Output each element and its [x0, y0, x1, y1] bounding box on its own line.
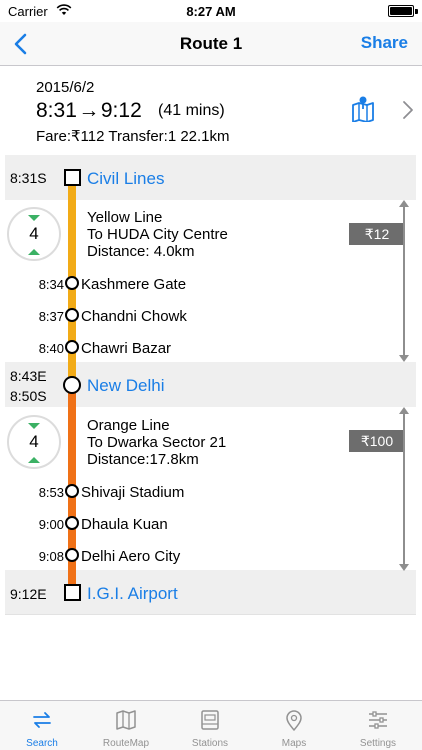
tab-search[interactable]: Search [0, 701, 84, 750]
span-arrow-bottom-icon [399, 564, 409, 571]
line-name: Yellow Line [87, 209, 163, 226]
stop-time: 8:37 [38, 309, 64, 324]
stop-time: 8:40 [38, 341, 64, 356]
route-fare-transfer-distance: Fare:₹112 Transfer:1 22.1km [36, 128, 230, 145]
stop-name[interactable]: Kashmere Gate [81, 276, 186, 293]
stop-marker [65, 484, 79, 498]
arrive-time: 9:12 [100, 99, 142, 122]
tab-label: Maps [281, 738, 307, 749]
stop-marker [65, 276, 79, 290]
route-duration: (41 mins) [158, 102, 225, 119]
tab-label: Settings [359, 738, 397, 749]
station-time-destination: 9:12E [10, 586, 47, 602]
line-distance: Distance:17.8km [87, 451, 199, 468]
tab-maps[interactable]: Maps [252, 701, 336, 750]
tab-bar: Search RouteMap Stations Maps Settings [0, 700, 422, 750]
location-pin-icon [286, 710, 302, 731]
stop-time: 9:08 [38, 549, 64, 564]
swap-arrows-icon [33, 712, 51, 728]
page-title: Route 1 [179, 34, 243, 53]
line-distance: Distance: 4.0km [87, 243, 195, 260]
stop-count-toggle-leg2[interactable]: 4 [7, 415, 61, 469]
route-date: 2015/6/2 [36, 79, 95, 96]
stop-count-toggle-leg1[interactable]: 4 [7, 207, 61, 261]
status-bar: Carrier 8:27 AM [0, 0, 422, 22]
stop-name[interactable]: Delhi Aero City [81, 548, 180, 565]
stop-time: 8:53 [38, 485, 64, 500]
arrow-icon: → [78, 99, 100, 122]
route-times: 8:31→9:12 [36, 99, 142, 123]
divider [5, 614, 416, 615]
station-marker-transfer [63, 376, 81, 394]
station-depart-time-transfer: 8:50S [10, 388, 47, 404]
stop-marker [65, 308, 79, 322]
tab-stations[interactable]: Stations [168, 701, 252, 750]
tab-label: Search [26, 738, 58, 749]
station-name-destination[interactable]: I.G.I. Airport [87, 584, 178, 604]
station-arrive-time-transfer: 8:43E [10, 368, 47, 384]
line-name: Orange Line [87, 417, 170, 434]
depart-time: 8:31 [36, 99, 77, 122]
stop-time: 9:00 [38, 517, 64, 532]
tab-routemap[interactable]: RouteMap [84, 701, 168, 750]
stop-count: 4 [29, 224, 39, 243]
stop-name[interactable]: Chandni Chowk [81, 308, 187, 325]
stop-name[interactable]: Dhaula Kuan [81, 516, 168, 533]
station-name-origin[interactable]: Civil Lines [87, 169, 164, 189]
tab-settings[interactable]: Settings [336, 701, 420, 750]
collapse-arrow-icon [28, 457, 40, 463]
expand-arrow-icon [28, 423, 40, 429]
line-direction: To Dwarka Sector 21 [87, 434, 227, 451]
station-name-transfer[interactable]: New Delhi [87, 376, 164, 396]
fare-badge: ₹100 [349, 430, 405, 452]
stop-name[interactable]: Chawri Bazar [81, 340, 171, 357]
station-time-origin: 8:31S [10, 170, 47, 186]
clock: 8:27 AM [186, 4, 236, 19]
navigation-bar: Route 1 Share [0, 22, 422, 66]
sliders-icon [369, 711, 387, 729]
collapse-arrow-icon [28, 249, 40, 255]
chevron-right-icon[interactable] [402, 100, 414, 120]
station-icon [201, 710, 219, 730]
span-line [403, 206, 405, 356]
stop-marker [65, 340, 79, 354]
span-line [403, 413, 405, 565]
stop-name[interactable]: Shivaji Stadium [81, 484, 184, 501]
expand-arrow-icon [28, 215, 40, 221]
tab-label: RouteMap [102, 738, 150, 749]
battery-tip [415, 9, 418, 14]
station-marker-origin [64, 169, 81, 186]
stop-count: 4 [29, 432, 39, 451]
map-icon[interactable] [351, 96, 375, 122]
station-marker-destination [64, 584, 81, 601]
line-direction: To HUDA City Centre [87, 226, 228, 243]
stop-marker [65, 516, 79, 530]
tab-label: Stations [191, 738, 229, 749]
map-icon [116, 710, 136, 730]
battery-icon [388, 5, 414, 17]
fare-badge: ₹12 [349, 223, 405, 245]
stop-marker [65, 548, 79, 562]
share-button[interactable]: Share [361, 33, 408, 53]
stop-time: 8:34 [38, 277, 64, 292]
span-arrow-bottom-icon [399, 355, 409, 362]
